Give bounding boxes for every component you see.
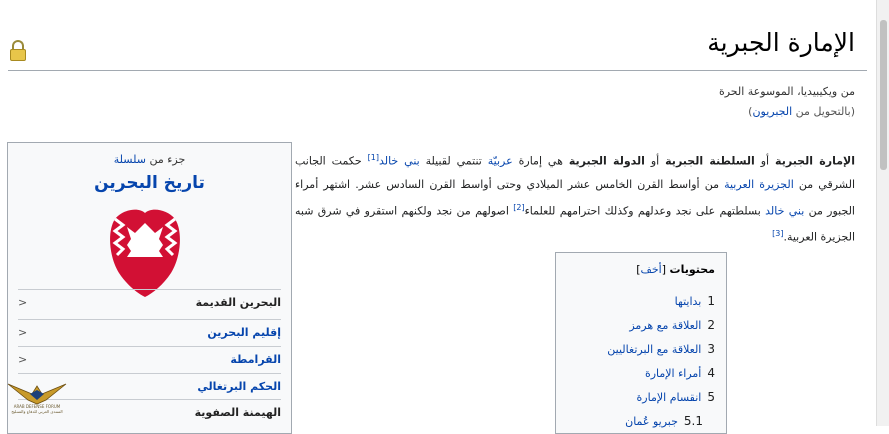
lead-paragraph: الإمارة الجبرية أو السلطنة الجبرية أو ال… <box>295 153 855 244</box>
link-bani-khalid[interactable]: بني خالد <box>379 155 420 168</box>
navbox-row-ancient-bahrain[interactable]: البحرين القديمة < <box>18 289 281 314</box>
toc-item[interactable]: 2 العلاقة مع هرمز <box>607 313 715 337</box>
toc-item-link[interactable]: انقسام الإمارة <box>637 391 702 404</box>
toc-item-link[interactable]: بدايتها <box>675 295 702 308</box>
page-title: الإمارة الجبرية <box>707 28 855 57</box>
toc-item-link[interactable]: العلاقة مع هرمز <box>629 319 701 332</box>
link-bani-khalid-2[interactable]: بني خالد <box>765 204 804 217</box>
redirect-notice: (بالتحويل من الجبريون) <box>748 105 855 118</box>
citation-3[interactable]: [3] <box>772 229 783 238</box>
toc-item[interactable]: 3 العلاقة مع البرتغاليين <box>607 337 715 361</box>
navbox-title[interactable]: تاريخ البحرين <box>8 173 291 193</box>
table-of-contents: محتويات [أخف] 1 بدايتها 2 العلاقة مع هرمز … <box>555 252 727 434</box>
toc-item-link[interactable]: العلاقة مع البرتغاليين <box>607 343 701 356</box>
redirect-link[interactable]: الجبريون <box>752 105 792 118</box>
scrollbar-thumb[interactable] <box>880 20 887 170</box>
eagle-logo-icon <box>7 383 67 405</box>
article-page: الإمارة الجبرية من ويكيبيديا، الموسوعة ا… <box>0 0 877 434</box>
bahrain-emblem-icon <box>110 209 180 297</box>
link-arab[interactable]: عربيّة <box>488 155 513 168</box>
toc-toggle-link[interactable]: أخف <box>641 263 662 276</box>
toc-title: محتويات [أخف] <box>636 263 715 276</box>
toc-item[interactable]: 5 انقسام الإمارة <box>607 385 715 409</box>
citation-2[interactable]: [2] <box>513 203 524 212</box>
site-subtitle: من ويكيبيديا، الموسوعة الحرة <box>718 85 855 98</box>
navbox-row-qarmatians[interactable]: القرامطة < <box>18 346 281 371</box>
expand-icon[interactable]: < <box>18 296 27 309</box>
page-scrollbar[interactable] <box>876 0 889 426</box>
toc-subitem[interactable]: 5.1 جبريو عُمان <box>607 409 703 433</box>
toc-item-link[interactable]: أمراء الإمارة <box>645 367 701 380</box>
link-arabian-peninsula[interactable]: الجزيرة العربية <box>724 178 794 191</box>
toc-list: 1 بدايتها 2 العلاقة مع هرمز 3 العلاقة مع ال… <box>607 289 715 433</box>
expand-icon[interactable]: < <box>18 353 27 366</box>
title-divider <box>8 70 867 71</box>
navbox-above: جزء من سلسلة <box>113 153 186 166</box>
citation-1[interactable]: [1] <box>368 153 379 162</box>
navbox-row-bahrain-region[interactable]: إقليم البحرين < <box>18 319 281 344</box>
series-link[interactable]: سلسلة <box>114 153 146 166</box>
lock-icon[interactable] <box>10 40 26 61</box>
toc-item[interactable]: 1 بدايتها <box>607 289 715 313</box>
expand-icon[interactable]: < <box>18 326 27 339</box>
forum-watermark: ARAB DEFENSE FORUM المنتدى العربي للدفاع… <box>6 380 68 424</box>
toc-item[interactable]: 4 أمراء الإمارة <box>607 361 715 385</box>
